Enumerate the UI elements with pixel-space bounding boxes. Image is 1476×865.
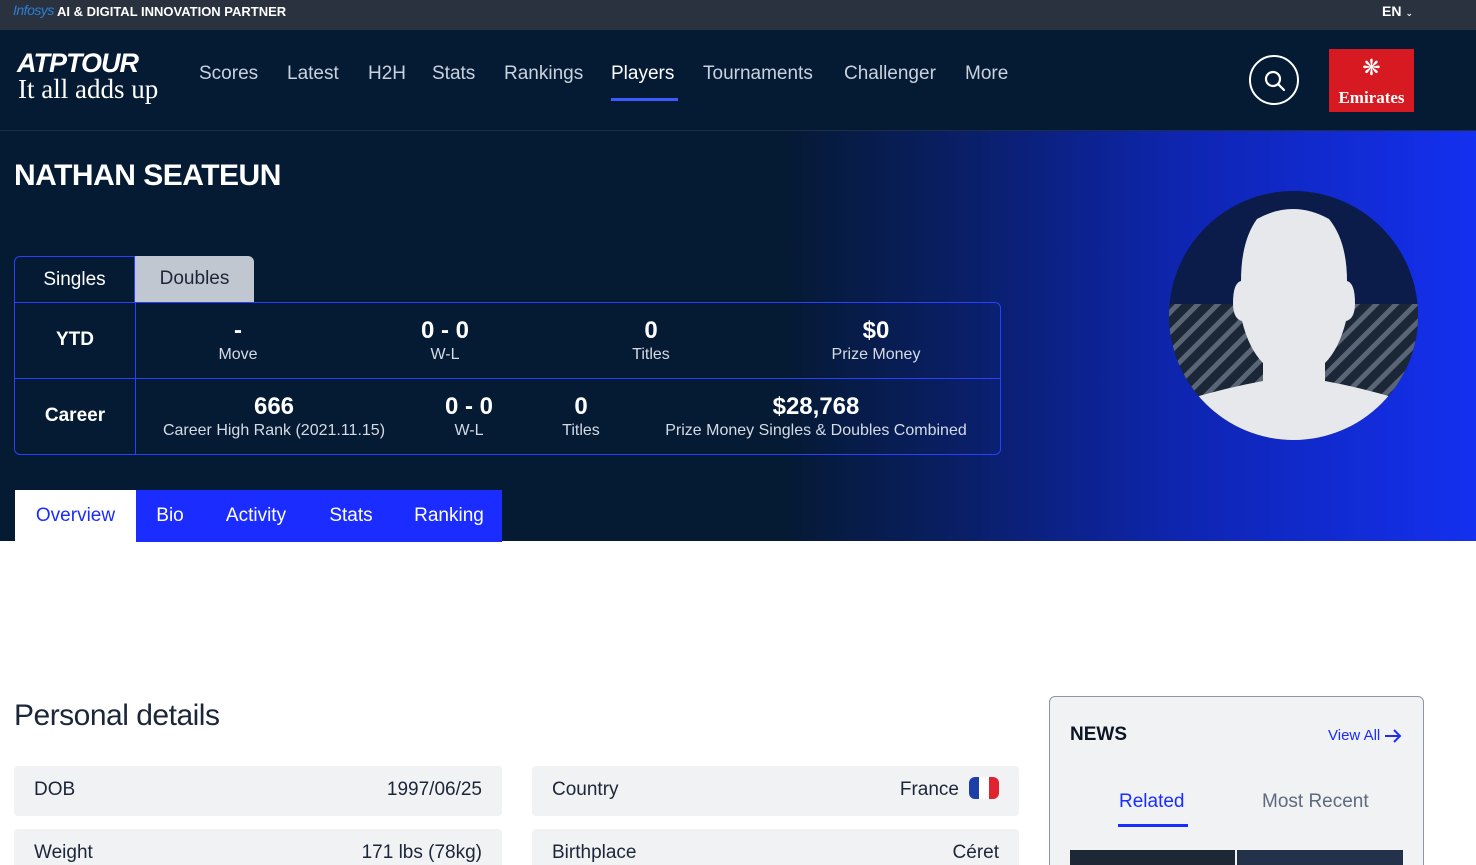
detail-country: Country France (532, 766, 1019, 816)
tab-bio[interactable]: Bio (143, 490, 197, 542)
birthplace-value: Céret (952, 842, 999, 863)
player-hero: NATHAN SEATEUN Singles Doubles YTD - Mov… (0, 131, 1476, 542)
news-thumbnail[interactable] (1070, 850, 1235, 865)
player-avatar (1169, 191, 1418, 440)
chevron-down-icon[interactable]: ⌄ (1405, 8, 1413, 18)
infosys-logo[interactable]: Infosys (13, 2, 54, 18)
ytd-wl: 0 - 0 W-L (395, 317, 495, 365)
career-titles-label: Titles (562, 422, 600, 439)
country-value-wrap: France (899, 777, 999, 801)
column-divider (135, 303, 136, 454)
player-name: NATHAN SEATEUN (14, 159, 281, 192)
main-nav: ATPTOUR It all adds up Scores Latest H2H… (0, 30, 1476, 131)
ytd-move-label: Move (218, 346, 258, 363)
nav-item-more[interactable]: More (965, 63, 1008, 85)
career-titles: 0 Titles (541, 393, 621, 441)
atp-tour-logo[interactable]: ATPTOUR It all adds up (17, 48, 177, 108)
career-high-rank: 666 Career High Rank (2021.11.15) (159, 393, 389, 441)
ytd-wl-label: W-L (430, 346, 460, 363)
personal-details-title: Personal details (14, 699, 220, 732)
news-thumbnail[interactable] (1237, 850, 1403, 865)
career-rank-value: 666 (253, 393, 295, 420)
career-label: Career (44, 405, 106, 426)
row-divider (15, 378, 1000, 379)
nav-item-rankings[interactable]: Rankings (504, 63, 583, 85)
tab-doubles[interactable]: Doubles (135, 256, 254, 302)
detail-dob: DOB 1997/06/25 (14, 766, 502, 816)
stats-table: YTD - Move 0 - 0 W-L 0 Titles $0 Prize M… (14, 302, 1001, 455)
tab-activity[interactable]: Activity (211, 490, 301, 542)
ytd-move-value: - (234, 317, 242, 344)
view-all-label[interactable]: View All (1328, 727, 1380, 744)
career-titles-value: 0 (574, 393, 588, 420)
ytd-titles-label: Titles (632, 346, 670, 363)
nav-item-players[interactable]: Players (611, 63, 674, 85)
nav-item-tournaments[interactable]: Tournaments (703, 63, 813, 85)
career-wl-value: 0 - 0 (444, 393, 494, 420)
career-wl: 0 - 0 W-L (419, 393, 519, 441)
search-icon[interactable] (1263, 69, 1287, 93)
active-nav-indicator (611, 98, 678, 101)
nav-item-challenger[interactable]: Challenger (844, 63, 936, 85)
emirates-emblem-icon: ❋ (1362, 55, 1381, 80)
language-label[interactable]: EN (1382, 3, 1401, 19)
country-value: France (899, 779, 959, 801)
nav-item-stats[interactable]: Stats (432, 63, 475, 85)
career-wl-label: W-L (454, 422, 484, 439)
dob-value: 1997/06/25 (386, 779, 482, 800)
ytd-prize-money: $0 Prize Money (811, 317, 941, 365)
career-prize-money: $28,768 Prize Money Singles & Doubles Co… (656, 393, 976, 441)
partner-bar: Infosys AI & DIGITAL INNOVATION PARTNER … (0, 0, 1476, 30)
sponsor-name: Emirates (1338, 88, 1405, 107)
news-widget: NEWS View All Related Most Recent (1049, 696, 1424, 865)
news-title: NEWS (1070, 724, 1127, 745)
ytd-move: - Move (186, 317, 290, 365)
birthplace-label: Birthplace (552, 842, 637, 863)
tab-singles[interactable]: Singles (14, 256, 135, 302)
ytd-wl-value: 0 - 0 (420, 317, 470, 344)
emirates-sponsor-logo[interactable]: ❋ Emirates (1329, 49, 1414, 112)
france-flag-icon (969, 777, 999, 799)
ytd-label: YTD (56, 329, 94, 350)
career-prize-value: $28,768 (772, 393, 860, 420)
news-tab-indicator (1118, 824, 1188, 827)
weight-value: 171 lbs (78kg) (361, 842, 482, 863)
nav-item-h2h[interactable]: H2H (368, 63, 406, 85)
arrow-right-icon[interactable] (1384, 729, 1402, 743)
detail-birthplace: Birthplace Céret (532, 829, 1019, 865)
ytd-prize-label: Prize Money (831, 346, 921, 363)
career-rank-label: Career High Rank (2021.11.15) (162, 422, 386, 439)
tab-ranking[interactable]: Ranking (402, 490, 496, 542)
weight-label: Weight (34, 842, 93, 863)
logo-slogan[interactable]: It all adds up (18, 74, 158, 105)
news-tab-related[interactable]: Related (1119, 791, 1185, 813)
ytd-prize-value: $0 (862, 317, 890, 344)
ytd-titles: 0 Titles (601, 317, 701, 365)
ytd-titles-value: 0 (644, 317, 658, 344)
country-label: Country (552, 779, 619, 800)
news-tab-most-recent[interactable]: Most Recent (1262, 791, 1369, 813)
tab-overview[interactable]: Overview (15, 490, 136, 542)
view-all-link[interactable]: View All (1328, 727, 1402, 744)
partner-tagline: AI & DIGITAL INNOVATION PARTNER (57, 4, 287, 19)
tab-stats[interactable]: Stats (318, 490, 384, 542)
search-button[interactable] (1249, 55, 1299, 105)
detail-weight: Weight 171 lbs (78kg) (14, 829, 502, 865)
career-prize-label: Prize Money Singles & Doubles Combined (665, 422, 967, 439)
player-silhouette-icon (1169, 209, 1418, 440)
dob-label: DOB (34, 779, 76, 800)
nav-item-scores[interactable]: Scores (199, 63, 258, 85)
nav-item-latest[interactable]: Latest (287, 63, 339, 85)
profile-tabs: Overview Bio Activity Stats Ranking (15, 490, 502, 542)
language-selector[interactable]: EN ⌄ (1382, 3, 1413, 19)
